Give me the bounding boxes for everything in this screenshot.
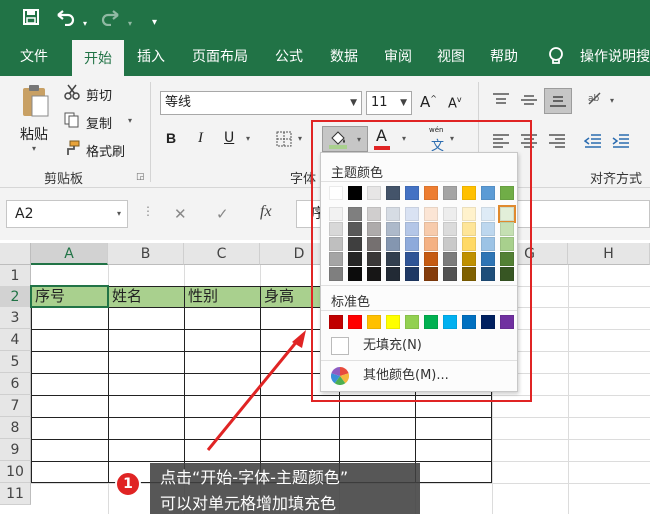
borders-icon[interactable] bbox=[276, 131, 292, 151]
row-header-9[interactable]: 9 bbox=[0, 439, 31, 461]
grow-font-letter: A bbox=[420, 93, 431, 111]
tab-help[interactable]: 帮助 bbox=[490, 38, 518, 76]
font-name-select[interactable]: 等线 ▼ bbox=[160, 91, 362, 115]
table-border bbox=[31, 286, 32, 482]
font-name-value: 等线 bbox=[165, 95, 192, 110]
table-border bbox=[31, 461, 492, 462]
more-icon: ⋮ bbox=[142, 204, 154, 218]
orientation-icon[interactable]: ab bbox=[586, 90, 608, 112]
arrow-shaft bbox=[206, 339, 300, 451]
customize-icon[interactable]: ▾ bbox=[152, 12, 157, 34]
decrease-indent-icon[interactable] bbox=[583, 132, 602, 152]
column-header-b[interactable]: B bbox=[108, 243, 184, 265]
row-header-11[interactable]: 11 bbox=[0, 483, 31, 505]
clipboard-group-label: 剪贴板 bbox=[44, 172, 84, 187]
clipboard-launcher-icon[interactable]: ◲ bbox=[136, 172, 145, 182]
column-header-a[interactable]: A bbox=[31, 243, 108, 265]
tab-file[interactable]: 文件 bbox=[20, 38, 48, 76]
shrink-font-letter: A bbox=[448, 96, 457, 112]
annotation-line-2: 可以对单元格增加填充色 bbox=[160, 494, 337, 513]
copy-button[interactable]: 复制 bbox=[86, 113, 112, 132]
active-cell-indicator bbox=[30, 285, 109, 308]
borders-dropdown-icon[interactable]: ▾ bbox=[298, 134, 302, 143]
redo-icon[interactable] bbox=[100, 8, 122, 32]
table-border bbox=[108, 286, 109, 482]
grow-arrow-icon: ^ bbox=[430, 94, 437, 103]
ribbon-tabs: 文件 开始 插入 页面布局 公式 数据 审阅 视图 帮助 操作说明搜 bbox=[0, 38, 650, 76]
format-painter-button[interactable]: 格式刷 bbox=[86, 141, 125, 160]
grid-line bbox=[568, 265, 569, 514]
tell-me-search[interactable]: 操作说明搜 bbox=[580, 38, 650, 76]
row-header-10[interactable]: 10 bbox=[0, 461, 31, 483]
paste-icon[interactable] bbox=[20, 84, 50, 124]
align-bottom-button[interactable] bbox=[544, 88, 572, 114]
align-right-icon[interactable] bbox=[548, 132, 566, 152]
tab-data[interactable]: 数据 bbox=[330, 38, 358, 76]
insert-function-button[interactable]: fx bbox=[260, 203, 272, 221]
enter-icon[interactable]: ✓ bbox=[216, 205, 229, 223]
tab-formulas[interactable]: 公式 bbox=[275, 38, 303, 76]
select-all-corner[interactable] bbox=[0, 243, 31, 265]
row-header-2[interactable]: 2 bbox=[0, 286, 31, 308]
tab-view[interactable]: 视图 bbox=[437, 38, 465, 76]
paste-dropdown-icon[interactable]: ▾ bbox=[32, 144, 36, 153]
row-header-3[interactable]: 3 bbox=[0, 307, 31, 329]
align-middle-icon[interactable] bbox=[520, 92, 538, 112]
shrink-arrow-icon: v bbox=[456, 95, 462, 104]
tab-home[interactable]: 开始 bbox=[72, 38, 124, 76]
font-size-value: 11 bbox=[371, 95, 388, 110]
cancel-icon[interactable]: ✕ bbox=[174, 205, 187, 223]
row-header-7[interactable]: 7 bbox=[0, 395, 31, 417]
annotation-line-1: 点击“开始-字体-主题颜色” bbox=[160, 468, 349, 487]
tab-page-layout[interactable]: 页面布局 bbox=[192, 38, 248, 76]
copy-dropdown-icon[interactable]: ▾ bbox=[128, 116, 132, 125]
cell-c2[interactable]: 性别 bbox=[184, 286, 260, 307]
step-badge: 1 bbox=[115, 471, 141, 497]
copy-icon bbox=[64, 112, 80, 132]
chevron-down-icon: ▾ bbox=[116, 209, 121, 218]
tab-review[interactable]: 审阅 bbox=[384, 38, 412, 76]
paste-button[interactable]: 粘贴 bbox=[20, 124, 48, 144]
name-box-value: A2 bbox=[15, 206, 34, 222]
increase-indent-icon[interactable] bbox=[612, 132, 630, 152]
shrink-font-button[interactable]: Av bbox=[448, 95, 462, 111]
chevron-down-icon: ▼ bbox=[400, 98, 407, 108]
cut-button[interactable]: 剪切 bbox=[86, 85, 112, 104]
name-box[interactable]: A2 ▾ bbox=[6, 200, 128, 228]
lightbulb-icon bbox=[548, 47, 564, 71]
bold-button[interactable]: B bbox=[166, 130, 176, 146]
undo-icon[interactable] bbox=[54, 8, 76, 32]
redo-dropdown-icon[interactable]: ▾ bbox=[128, 13, 132, 35]
group-divider bbox=[150, 82, 151, 182]
orientation-dropdown-icon[interactable]: ▾ bbox=[610, 96, 614, 105]
row-header-1[interactable]: 1 bbox=[0, 265, 31, 287]
annotation-tooltip: 点击“开始-字体-主题颜色” 可以对单元格增加填充色 bbox=[150, 463, 420, 514]
format-painter-icon bbox=[64, 140, 80, 160]
pointer-arrow bbox=[206, 330, 306, 451]
row-header-5[interactable]: 5 bbox=[0, 351, 31, 373]
underline-dropdown-icon[interactable]: ▾ bbox=[246, 134, 250, 143]
undo-dropdown-icon[interactable]: ▾ bbox=[83, 13, 87, 35]
row-header-6[interactable]: 6 bbox=[0, 373, 31, 395]
column-header-c[interactable]: C bbox=[184, 243, 260, 265]
chevron-down-icon: ▼ bbox=[350, 98, 357, 108]
underline-button[interactable]: U bbox=[224, 130, 234, 146]
italic-button[interactable]: I bbox=[198, 130, 203, 147]
column-header-h[interactable]: H bbox=[568, 243, 650, 265]
save-icon[interactable] bbox=[22, 8, 40, 32]
svg-text:ab: ab bbox=[588, 94, 600, 104]
table-border bbox=[184, 286, 185, 482]
font-size-select[interactable]: 11 ▼ bbox=[366, 91, 412, 115]
highlight-box bbox=[311, 120, 532, 402]
title-bar: ▾ ▾ ▾ bbox=[0, 0, 650, 38]
row-header-4[interactable]: 4 bbox=[0, 329, 31, 351]
cell-b2[interactable]: 姓名 bbox=[108, 286, 184, 307]
align-top-icon[interactable] bbox=[492, 92, 510, 112]
scissors-icon bbox=[64, 84, 80, 104]
grow-font-button[interactable]: A^ bbox=[420, 93, 437, 111]
row-header-8[interactable]: 8 bbox=[0, 417, 31, 439]
tab-insert[interactable]: 插入 bbox=[137, 38, 165, 76]
alignment-group-label: 对齐方式 bbox=[590, 172, 643, 187]
